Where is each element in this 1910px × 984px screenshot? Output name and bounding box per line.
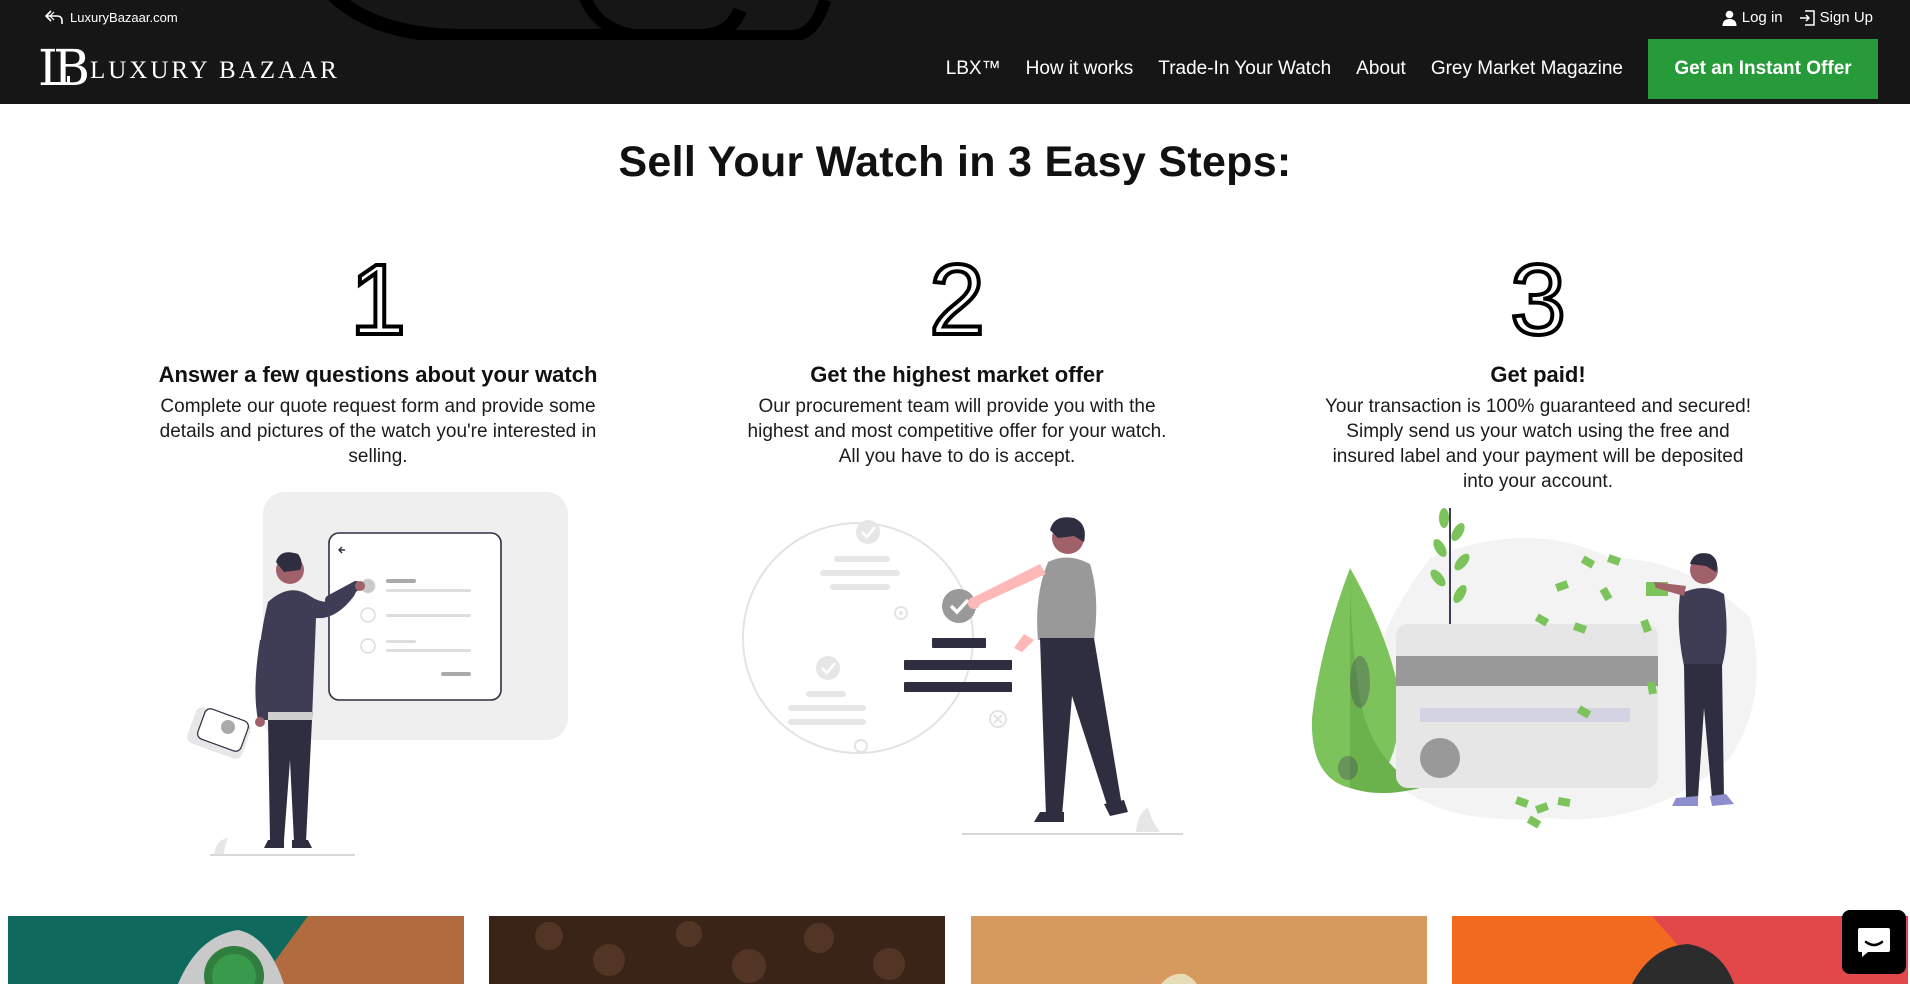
watch-photo-1[interactable] <box>8 916 464 984</box>
step-1: 1 Answer a few questions about your watc… <box>143 250 613 469</box>
step-number: 2 <box>722 250 1192 342</box>
payment-illustration <box>1311 508 1757 829</box>
logo-mark: LB <box>38 39 90 97</box>
watch-photo-2[interactable] <box>489 916 945 984</box>
chat-widget-button[interactable] <box>1842 910 1906 974</box>
step-description: Complete our quote request form and prov… <box>159 396 597 467</box>
step-title: Get paid! <box>1490 362 1586 387</box>
main-nav: LBX™ How it works Trade-In Your Watch Ab… <box>946 39 1878 99</box>
step-number-graphic: 1 <box>348 250 408 342</box>
login-link[interactable]: Log in <box>1722 9 1783 26</box>
step-number-graphic: 3 <box>1508 250 1568 342</box>
get-instant-offer-button[interactable]: Get an Instant Offer <box>1648 39 1878 99</box>
step-number-text: 3 <box>1510 250 1566 342</box>
site-header: LuxuryBazaar.com Log in Sign Up LB LUXUR… <box>0 0 1910 104</box>
nav-item-trade-in[interactable]: Trade-In Your Watch <box>1158 58 1331 80</box>
offer-illustration <box>742 517 1183 835</box>
logo-text: LUXURY BAZAAR <box>89 57 340 84</box>
step-number: 1 <box>143 250 613 342</box>
nav-item-grey-market-magazine[interactable]: Grey Market Magazine <box>1431 58 1623 80</box>
signup-link[interactable]: Sign Up <box>1799 9 1873 26</box>
questionnaire-illustration <box>187 492 568 856</box>
nav-item-lbx[interactable]: LBX™ <box>946 58 1001 80</box>
step-description: Your transaction is 100% guaranteed and … <box>1324 396 1752 492</box>
watch-photo-4[interactable] <box>1452 916 1908 984</box>
user-icon <box>1722 10 1737 26</box>
step-title: Answer a few questions about your watch <box>158 362 598 387</box>
step-number-graphic: 2 <box>927 250 987 342</box>
step-number: 3 <box>1303 250 1773 342</box>
step-2: 2 Get the highest market offer Our procu… <box>722 250 1192 469</box>
step-number-text: 2 <box>929 250 985 342</box>
sign-in-icon <box>1799 9 1815 26</box>
nav-item-about[interactable]: About <box>1356 58 1406 80</box>
luxury-bazaar-logo[interactable]: LB LUXURY BAZAAR <box>38 39 340 97</box>
back-arrow-icon <box>44 10 63 24</box>
step-description: Our procurement team will provide you wi… <box>747 396 1167 467</box>
step-title: Get the highest market offer <box>810 362 1104 387</box>
account-links: Log in Sign Up <box>1722 9 1873 26</box>
step-number-text: 1 <box>350 250 406 342</box>
back-to-main-site-link[interactable]: LuxuryBazaar.com <box>44 9 178 25</box>
top-bar: LuxuryBazaar.com Log in Sign Up <box>0 0 1910 36</box>
watch-photo-3[interactable] <box>971 916 1427 984</box>
chat-icon <box>1858 928 1890 957</box>
nav-item-how-it-works[interactable]: How it works <box>1026 58 1134 80</box>
step-3: 3 Get paid! Your transaction is 100% gua… <box>1303 250 1773 494</box>
signup-label: Sign Up <box>1819 9 1873 26</box>
back-link-label: LuxuryBazaar.com <box>70 9 178 25</box>
page-title: Sell Your Watch in 3 Easy Steps: <box>618 138 1292 186</box>
login-label: Log in <box>1741 9 1783 26</box>
